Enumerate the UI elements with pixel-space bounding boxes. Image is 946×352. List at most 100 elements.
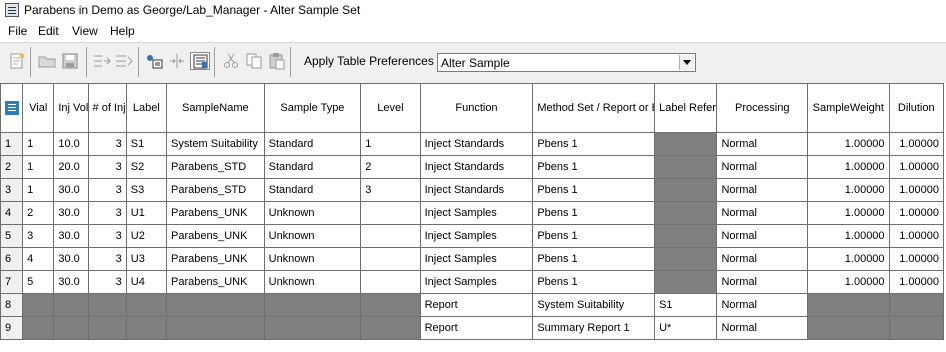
row-number[interactable]: 1 [0,132,24,156]
table-row[interactable]: 2 1 20.0 3 S2 Parabens_STD Standard 2 Inject Sta… [0,155,945,179]
table-cell[interactable] [360,247,421,271]
table-cell[interactable]: Normal [716,155,809,179]
table-cell[interactable]: Unknown [263,201,362,225]
table-cell[interactable] [654,155,718,179]
table-cell[interactable]: S3 [125,178,168,202]
table-row[interactable]: 1 1 10.0 3 S1 System Suitability Standard 1 Inje… [0,132,945,156]
column-header[interactable]: Inj Vol (uL) [53,83,89,133]
table-cell[interactable] [654,132,718,156]
column-header[interactable]: Dilution [888,83,945,133]
table-cell[interactable]: S2 [125,155,168,179]
table-cell[interactable] [360,293,421,317]
table-cell[interactable]: Pbens 1 [532,201,656,225]
table-cell[interactable] [360,201,421,225]
table-cell[interactable]: Inject Samples [419,224,534,248]
table-cell[interactable]: 1.00000 [807,247,890,271]
table-cell[interactable] [125,293,168,317]
menu-file[interactable]: File [6,24,29,38]
table-cell[interactable]: Pbens 1 [532,155,656,179]
table-cell[interactable]: S1 [654,293,718,317]
table-cell[interactable]: Unknown [263,270,362,294]
table-cell[interactable]: 3 [87,178,127,202]
table-cell[interactable]: Normal [716,224,809,248]
table-cell[interactable] [263,316,362,340]
table-cell[interactable]: Parabens_STD [166,178,265,202]
table-cell[interactable]: 3 [87,201,127,225]
table-cell[interactable]: 1.00000 [807,132,890,156]
table-cell[interactable]: 1.00000 [807,178,890,202]
table-cell[interactable]: 1.00000 [807,155,890,179]
table-cell[interactable]: U* [654,316,718,340]
insert-row-icon[interactable] [92,52,112,70]
open-folder-icon[interactable] [37,52,57,70]
column-header[interactable]: Level [360,83,421,133]
row-number[interactable]: 2 [0,155,24,179]
table-cell[interactable]: 1.00000 [888,201,945,225]
table-cell[interactable] [87,293,127,317]
table-cell[interactable]: Parabens_UNK [166,224,265,248]
table-cell[interactable]: Normal [716,293,809,317]
table-cell[interactable] [166,316,265,340]
table-cell[interactable]: Unknown [263,224,362,248]
table-cell[interactable] [888,293,945,317]
table-cell[interactable]: 1 [22,155,55,179]
table-cell[interactable]: Inject Standards [419,178,534,202]
table-cell[interactable]: Pbens 1 [532,178,656,202]
row-number[interactable]: 6 [0,247,24,271]
table-cell[interactable]: Normal [716,201,809,225]
table-cell[interactable] [888,316,945,340]
table-cell[interactable]: 3 [360,178,421,202]
table-cell[interactable]: Standard [263,132,362,156]
table-cell[interactable] [360,316,421,340]
table-cell[interactable]: 4 [22,247,55,271]
table-cell[interactable]: 3 [87,270,127,294]
table-cell[interactable] [53,316,89,340]
table-cell[interactable] [263,293,362,317]
table-cell[interactable]: 30.0 [53,270,89,294]
menu-view[interactable]: View [70,24,100,38]
table-cell[interactable]: Report [419,316,534,340]
append-row-icon[interactable] [114,52,134,70]
column-header[interactable]: Function [419,83,534,133]
table-cell[interactable]: 1.00000 [888,224,945,248]
sample-method-icon[interactable] [144,52,164,70]
table-row[interactable]: 6 4 30.0 3 U3 Parabens_UNK Unknown Inject Sampl… [0,247,945,271]
table-cell[interactable]: 5 [22,270,55,294]
table-cell[interactable]: 10.0 [53,132,89,156]
table-cell[interactable]: Normal [716,270,809,294]
table-cell[interactable]: Normal [716,247,809,271]
table-preferences-dropdown[interactable]: Alter Sample [437,53,696,72]
column-header[interactable]: Label [125,83,168,133]
table-cell[interactable]: 30.0 [53,178,89,202]
table-cell[interactable]: Parabens_UNK [166,270,265,294]
table-cell[interactable]: 2 [360,155,421,179]
table-cell[interactable]: Parabens_UNK [166,201,265,225]
row-number[interactable]: 4 [0,201,24,225]
table-cell[interactable]: Standard [263,155,362,179]
table-cell[interactable] [53,293,89,317]
table-row[interactable]: 4 2 30.0 3 U1 Parabens_UNK Unknown Inject Sampl… [0,201,945,225]
table-cell[interactable]: Pbens 1 [532,270,656,294]
menu-help[interactable]: Help [108,24,137,38]
table-cell[interactable] [87,316,127,340]
table-cell[interactable]: Pbens 1 [532,132,656,156]
row-number[interactable]: 7 [0,270,24,294]
table-cell[interactable]: U2 [125,224,168,248]
column-header[interactable]: SampleName [166,83,265,133]
table-cell[interactable]: Inject Samples [419,201,534,225]
table-row[interactable]: 7 5 30.0 3 U4 Parabens_UNK Unknown Inject Sampl… [0,270,945,294]
select-all-corner[interactable] [0,83,24,133]
table-cell[interactable]: Normal [716,178,809,202]
table-cell[interactable]: Normal [716,132,809,156]
new-sample-set-icon[interactable] [7,52,27,70]
table-cell[interactable]: Pbens 1 [532,247,656,271]
table-cell[interactable]: 1.00000 [888,155,945,179]
table-cell[interactable]: U4 [125,270,168,294]
table-cell[interactable]: S1 [125,132,168,156]
table-cell[interactable]: 1.00000 [888,247,945,271]
table-cell[interactable]: Inject Samples [419,270,534,294]
table-cell[interactable]: 20.0 [53,155,89,179]
table-row[interactable]: 5 3 30.0 3 U2 Parabens_UNK Unknown Inject Sampl… [0,224,945,248]
column-header[interactable]: Label Reference [654,83,718,133]
table-cell[interactable] [125,316,168,340]
